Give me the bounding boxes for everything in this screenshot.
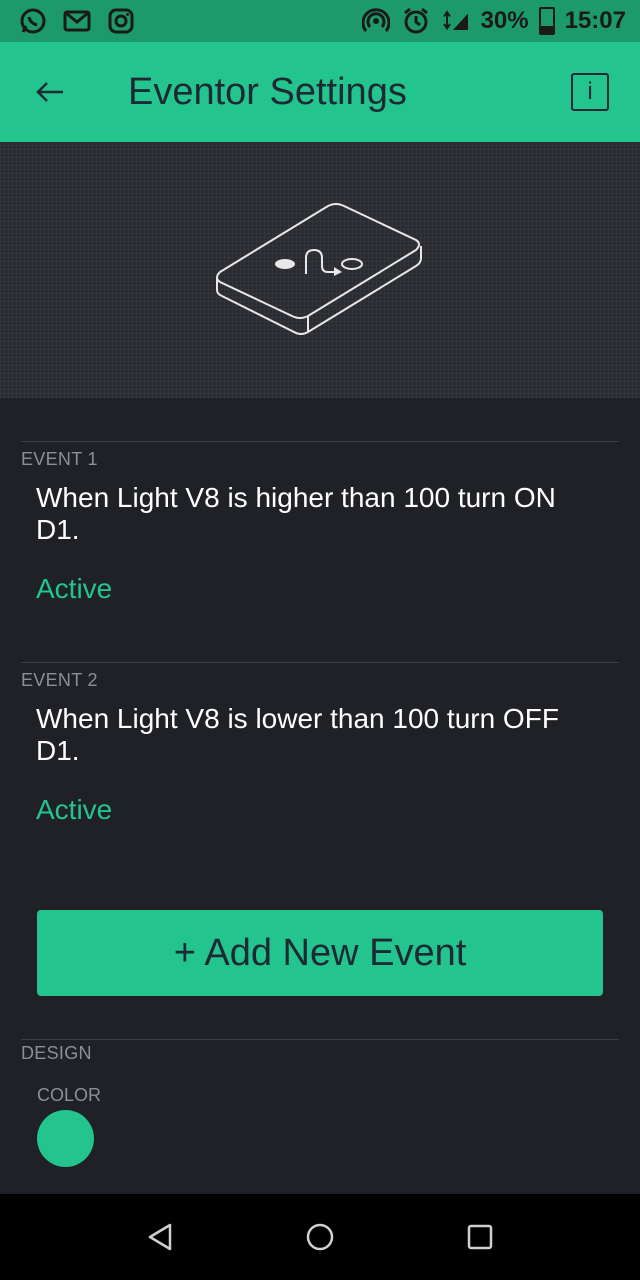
add-new-event-button[interactable]: + Add New Event [37, 910, 603, 996]
color-label: COLOR [37, 1085, 102, 1105]
square-recents-icon [467, 1224, 493, 1250]
signal-icon [441, 6, 471, 36]
page-title: Eventor Settings [128, 71, 407, 113]
back-button[interactable] [22, 68, 78, 116]
event-description[interactable]: When Light V8 is higher than 100 turn ON… [36, 482, 596, 546]
hotspot-icon [361, 6, 391, 36]
nav-back-button[interactable] [135, 1212, 185, 1262]
event-status-toggle[interactable]: Active [36, 573, 112, 605]
instagram-icon [106, 6, 136, 36]
event-description[interactable]: When Light V8 is lower than 100 turn OFF… [36, 703, 596, 767]
arrow-left-icon [36, 82, 63, 102]
design-section-label: DESIGN [21, 1043, 92, 1063]
status-bar: 30% 15:07 [0, 0, 640, 42]
triangle-back-icon [148, 1223, 172, 1251]
system-nav-bar [0, 1194, 640, 1280]
eventor-illustration [0, 142, 640, 398]
circle-home-icon [306, 1223, 334, 1251]
event-status-toggle[interactable]: Active [36, 794, 112, 826]
event-label: EVENT 1 [21, 449, 98, 469]
battery-percent: 30% [480, 7, 529, 34]
divider [21, 441, 619, 442]
color-picker-swatch[interactable] [37, 1110, 94, 1167]
event-label: EVENT 2 [21, 670, 98, 690]
app-bar: Eventor Settings i [0, 42, 640, 142]
whatsapp-icon [18, 6, 48, 36]
info-icon: i [587, 78, 593, 105]
divider [21, 662, 619, 663]
divider [21, 1039, 619, 1040]
nav-recents-button[interactable] [455, 1212, 505, 1262]
clock: 15:07 [564, 7, 626, 34]
battery-icon [538, 7, 555, 35]
gmail-icon [62, 6, 92, 36]
eventor-device-icon [216, 203, 422, 335]
info-button[interactable]: i [571, 73, 609, 111]
alarm-icon [401, 6, 431, 36]
nav-home-button[interactable] [295, 1212, 345, 1262]
